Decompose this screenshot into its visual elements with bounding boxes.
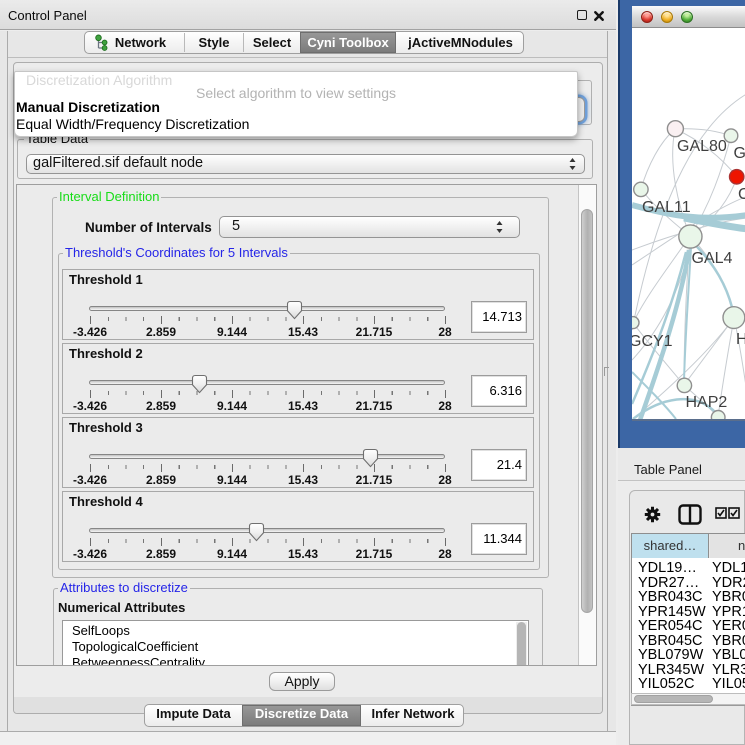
svg-text:C: C xyxy=(738,186,745,203)
svg-text:GCY1: GCY1 xyxy=(632,333,673,350)
svg-text:GAL80: GAL80 xyxy=(677,138,727,155)
svg-text:H: H xyxy=(736,331,745,348)
svg-text:GAL11: GAL11 xyxy=(642,199,691,216)
svg-text:GA: GA xyxy=(734,145,745,162)
svg-text:GAL4: GAL4 xyxy=(692,250,733,267)
svg-text:HAP2: HAP2 xyxy=(686,394,728,411)
